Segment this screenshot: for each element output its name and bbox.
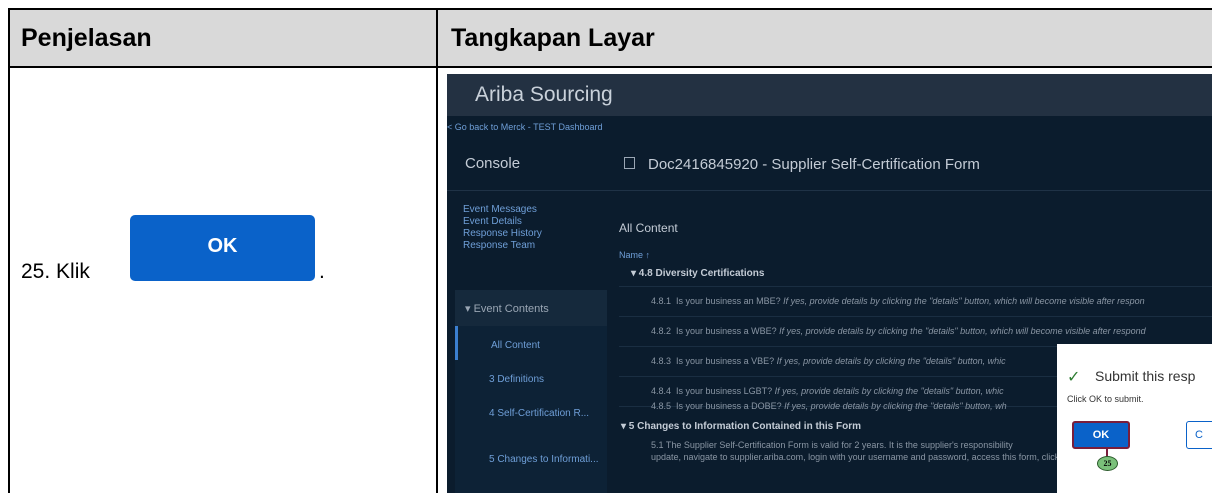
screenshot-image: Ariba Sourcing < Go back to Merck - TEST…: [447, 74, 1212, 493]
row-text: 4.8.1 Is your business an MBE? If yes, p…: [651, 296, 1145, 306]
content-title: All Content: [619, 221, 678, 235]
row-hint: If yes, provide details by clicking the …: [776, 356, 1006, 366]
row-text: 4.8.2 Is your business a WBE? If yes, pr…: [651, 326, 1146, 336]
sidebar-item-self-certification[interactable]: 4 Self-Certification R...: [489, 408, 599, 419]
header-divider: [447, 190, 1212, 191]
row-text: 4.8.5 Is your business a DOBE? If yes, p…: [651, 401, 1007, 411]
dialog-title: Submit this resp: [1095, 368, 1196, 384]
submit-dialog: ✓ Submit this resp Click OK to submit. O…: [1057, 344, 1212, 493]
row-text: 4.8.4 Is your business LGBT? If yes, pro…: [651, 386, 1004, 396]
event-contents-header[interactable]: ▾ Event Contents: [455, 290, 607, 326]
row-number: 4.8.5: [651, 401, 672, 411]
row-question: Is your business an MBE?: [676, 296, 781, 306]
row-question: Is your business a DOBE?: [676, 401, 782, 411]
sidebar-link-response-history[interactable]: Response History: [463, 228, 542, 240]
checkmark-icon: ✓: [1067, 369, 1081, 386]
event-contents-panel: ▾ Event Contents All Content 3 Definitio…: [455, 290, 607, 493]
sidebar-link-response-team[interactable]: Response Team: [463, 240, 542, 252]
row-hint: If yes, provide details by clicking the …: [783, 296, 1145, 306]
column-divider: [436, 10, 438, 493]
app-title: Ariba Sourcing: [475, 83, 613, 106]
section-4-8[interactable]: ▾ 4.8 Diversity Certifications: [631, 268, 764, 279]
header-screenshot: Tangkapan Layar: [451, 24, 655, 52]
row-number: 4.8.3: [651, 356, 672, 366]
row-question: Is your business LGBT?: [676, 386, 773, 396]
dialog-ok-button[interactable]: OK: [1072, 421, 1130, 449]
list-item[interactable]: 4.8.2 Is your business a WBE? If yes, pr…: [619, 316, 1212, 346]
sidebar-link-event-messages[interactable]: Event Messages: [463, 204, 542, 216]
section-5[interactable]: ▾ 5 Changes to Information Contained in …: [621, 421, 861, 432]
row-hint: If yes, provide details by clicking the …: [774, 386, 1004, 396]
sidebar-item-all-content[interactable]: All Content: [491, 340, 540, 351]
event-contents-label: ▾ Event Contents: [465, 303, 549, 315]
row-question: Is your business a WBE?: [676, 326, 777, 336]
step-callout-badge: 25: [1097, 456, 1118, 471]
row-number: 4.8.2: [651, 326, 672, 336]
sidebar-links: Event Messages Event Details Response Hi…: [463, 204, 542, 252]
document-title: Doc2416845920 - Supplier Self-Certificat…: [648, 156, 980, 173]
sidebar-link-event-details[interactable]: Event Details: [463, 216, 542, 228]
step-text: 25. Klik: [21, 260, 90, 283]
name-column-header[interactable]: Name ↑: [619, 250, 650, 260]
list-item[interactable]: 4.8.1 Is your business an MBE? If yes, p…: [619, 286, 1212, 316]
sidebar-item-changes[interactable]: 5 Changes to Informati...: [489, 454, 599, 465]
row-hint: If yes, provide details by clicking the …: [779, 326, 1146, 336]
ok-button-illustration: OK: [130, 215, 315, 281]
step-period: .: [319, 260, 325, 283]
row-hint: If yes, provide details by clicking the …: [784, 401, 1007, 411]
header-explanation: Penjelasan: [21, 24, 152, 52]
step-instruction: 25. Klik OK .: [21, 215, 325, 285]
document-icon: [624, 157, 635, 169]
row-question: Is your business a VBE?: [676, 356, 775, 366]
row-number: 4.8.4: [651, 386, 672, 396]
back-to-dashboard-link[interactable]: < Go back to Merck - TEST Dashboard: [447, 122, 602, 132]
dialog-cancel-button[interactable]: C: [1186, 421, 1212, 449]
active-item-indicator: [455, 326, 458, 360]
row-text: 4.8.3 Is your business a VBE? If yes, pr…: [651, 356, 1006, 366]
dialog-subtitle: Click OK to submit.: [1067, 394, 1144, 404]
sidebar-item-definitions[interactable]: 3 Definitions: [489, 374, 544, 385]
row-number: 4.8.1: [651, 296, 672, 306]
console-title: Console: [465, 155, 521, 172]
